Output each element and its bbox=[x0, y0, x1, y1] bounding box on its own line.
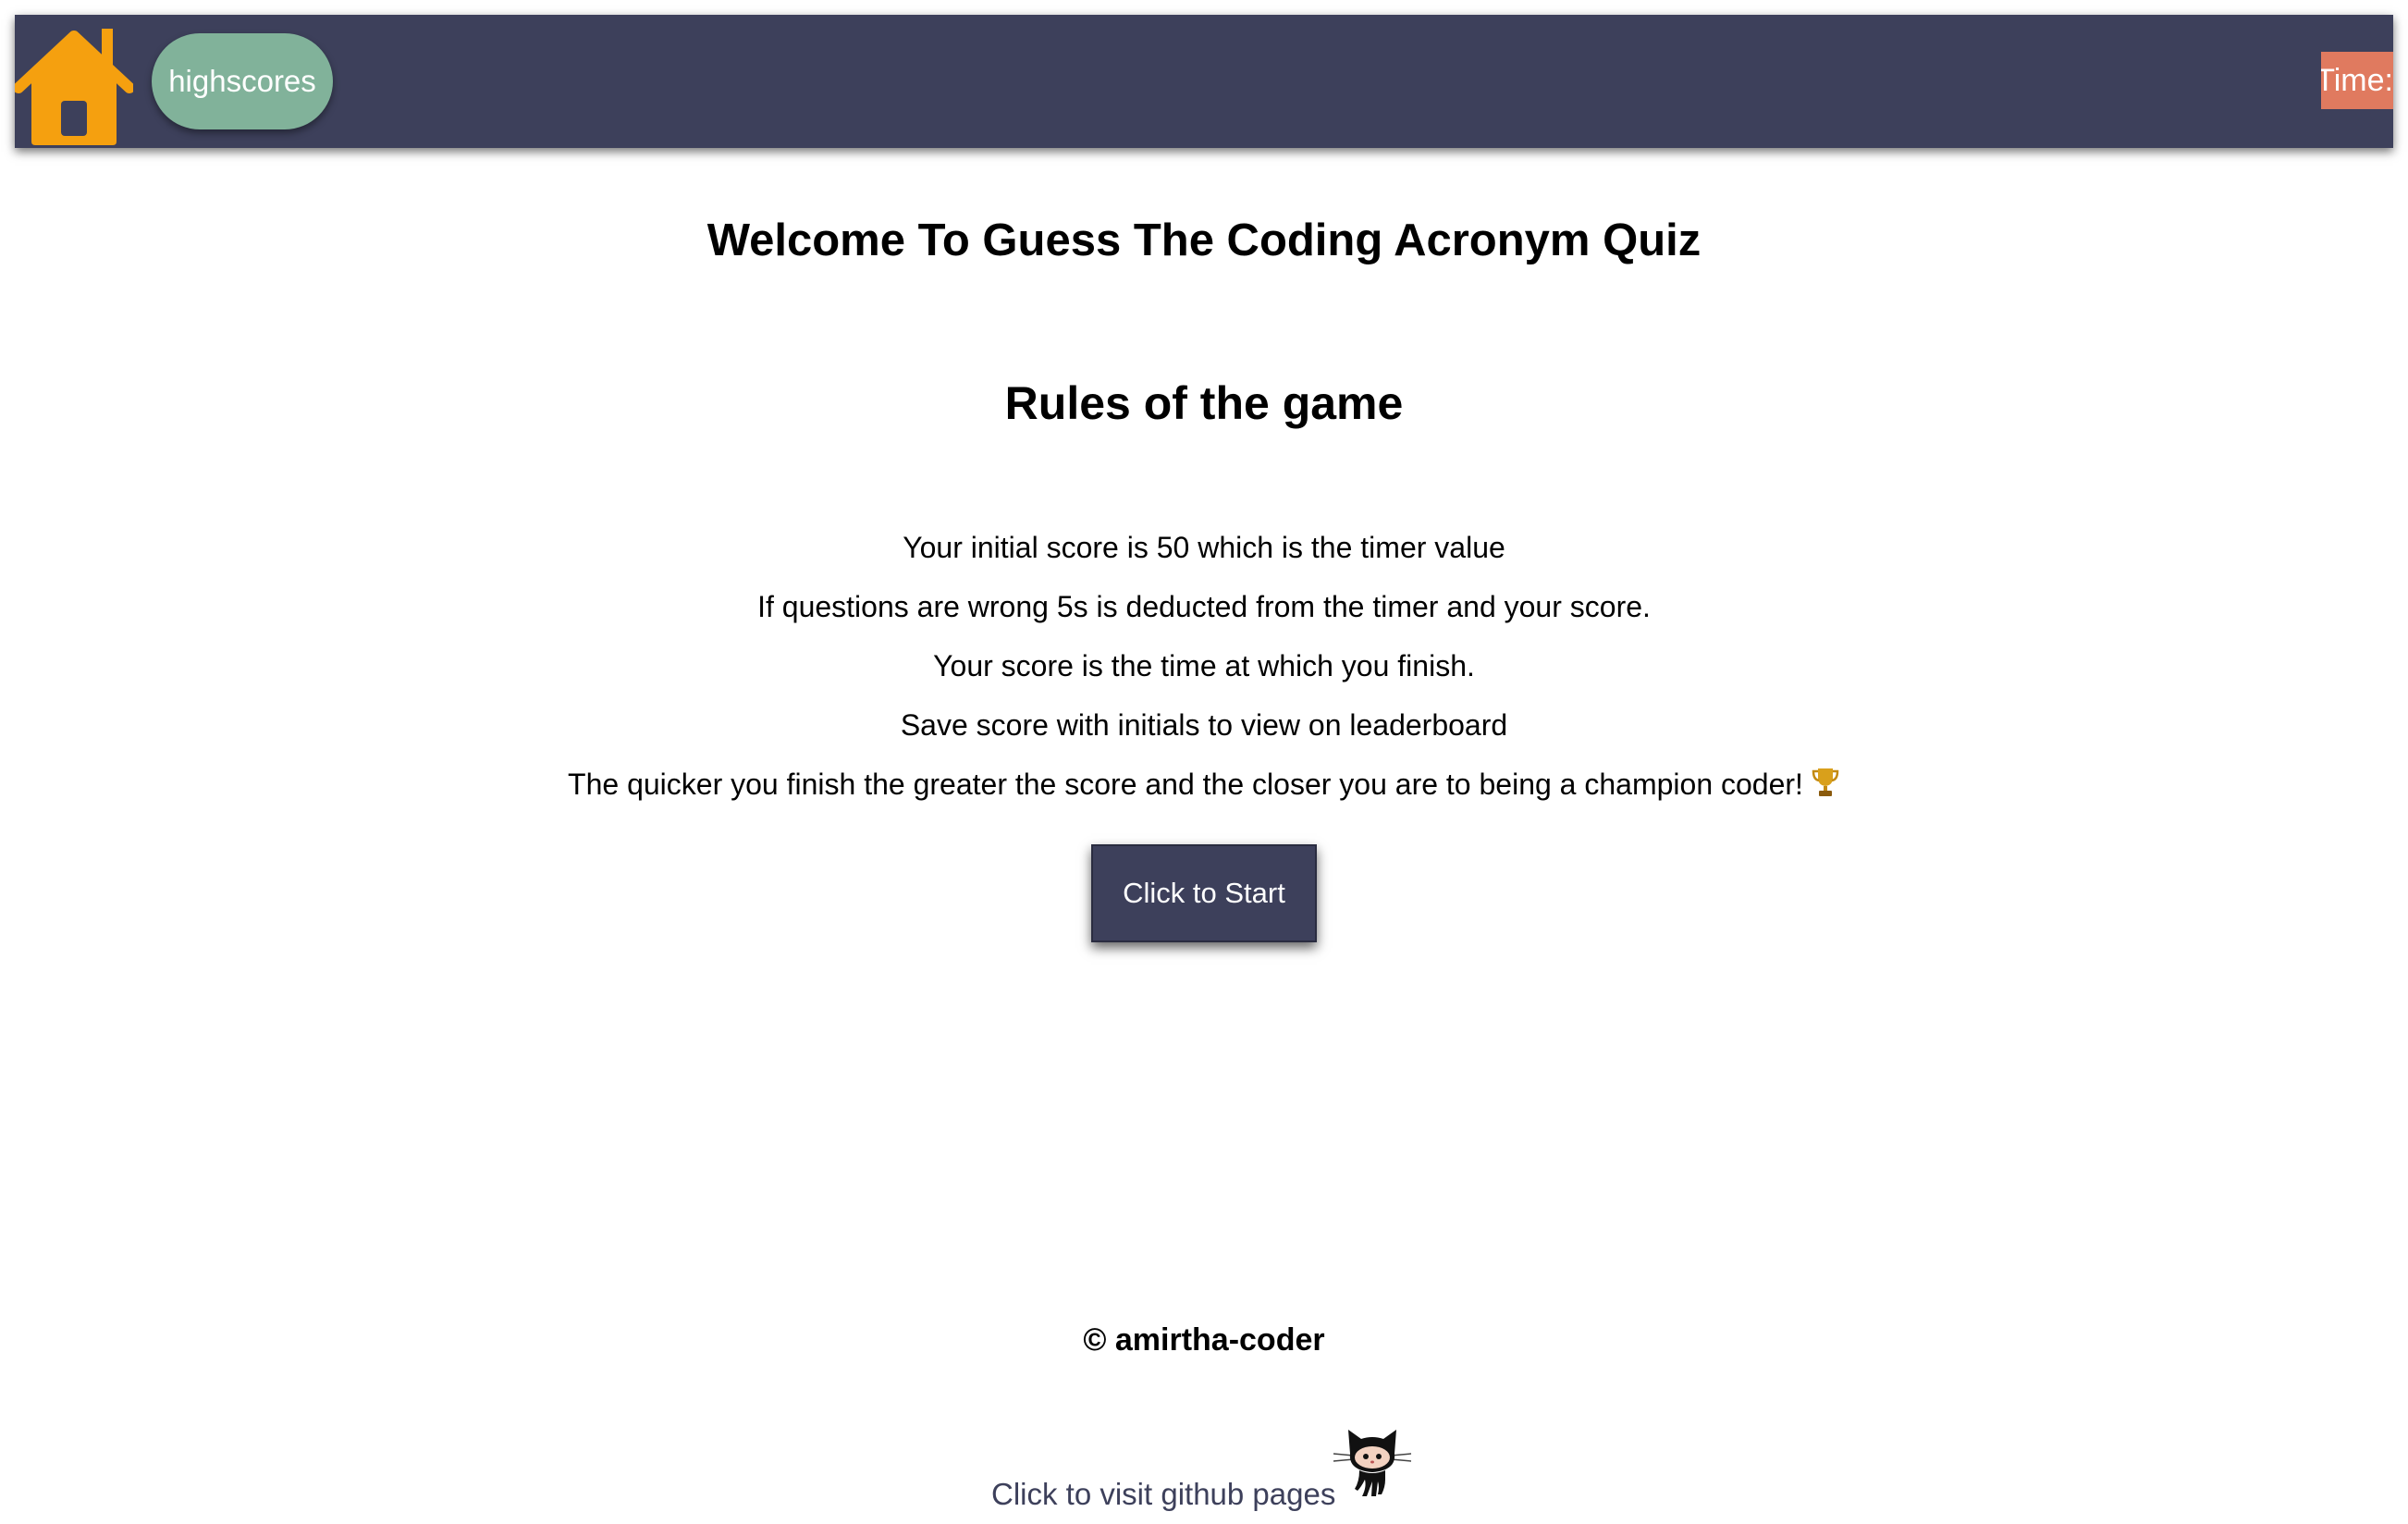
rule-text: Save score with initials to view on lead… bbox=[900, 708, 1508, 742]
rule-text: The quicker you finish the greater the s… bbox=[568, 768, 1803, 801]
github-pages-link[interactable]: Click to visit github pages bbox=[991, 1477, 1335, 1512]
page: highscores Time: Welcome To Guess The Co… bbox=[0, 0, 2408, 1524]
rule-item: If questions are wrong 5s is deducted fr… bbox=[0, 586, 2408, 645]
github-octocat-icon[interactable] bbox=[1330, 1422, 1415, 1498]
rule-item: Your score is the time at which you fini… bbox=[0, 645, 2408, 705]
rule-text: If questions are wrong 5s is deducted fr… bbox=[757, 590, 1651, 623]
page-title: Welcome To Guess The Coding Acronym Quiz bbox=[706, 215, 1702, 265]
timer-display: Time: bbox=[2321, 52, 2393, 109]
rule-item: Your initial score is 50 which is the ti… bbox=[0, 527, 2408, 586]
start-button[interactable]: Click to Start bbox=[1091, 844, 1317, 942]
rule-text: Your score is the time at which you fini… bbox=[933, 649, 1475, 682]
rules-heading: Rules of the game bbox=[1004, 377, 1404, 429]
rule-item: Save score with initials to view on lead… bbox=[0, 705, 2408, 764]
copyright: © amirtha-coder bbox=[1083, 1322, 1325, 1358]
home-link[interactable] bbox=[15, 23, 133, 145]
navbar: highscores Time: bbox=[15, 15, 2393, 148]
highscores-button[interactable]: highscores bbox=[152, 33, 333, 129]
rule-text: Your initial score is 50 which is the ti… bbox=[903, 531, 1505, 564]
rules-list: Your initial score is 50 which is the ti… bbox=[0, 527, 2408, 823]
rule-item: The quicker you finish the greater the s… bbox=[0, 764, 2408, 823]
home-icon bbox=[15, 23, 133, 145]
trophy-icon bbox=[1811, 767, 1840, 808]
